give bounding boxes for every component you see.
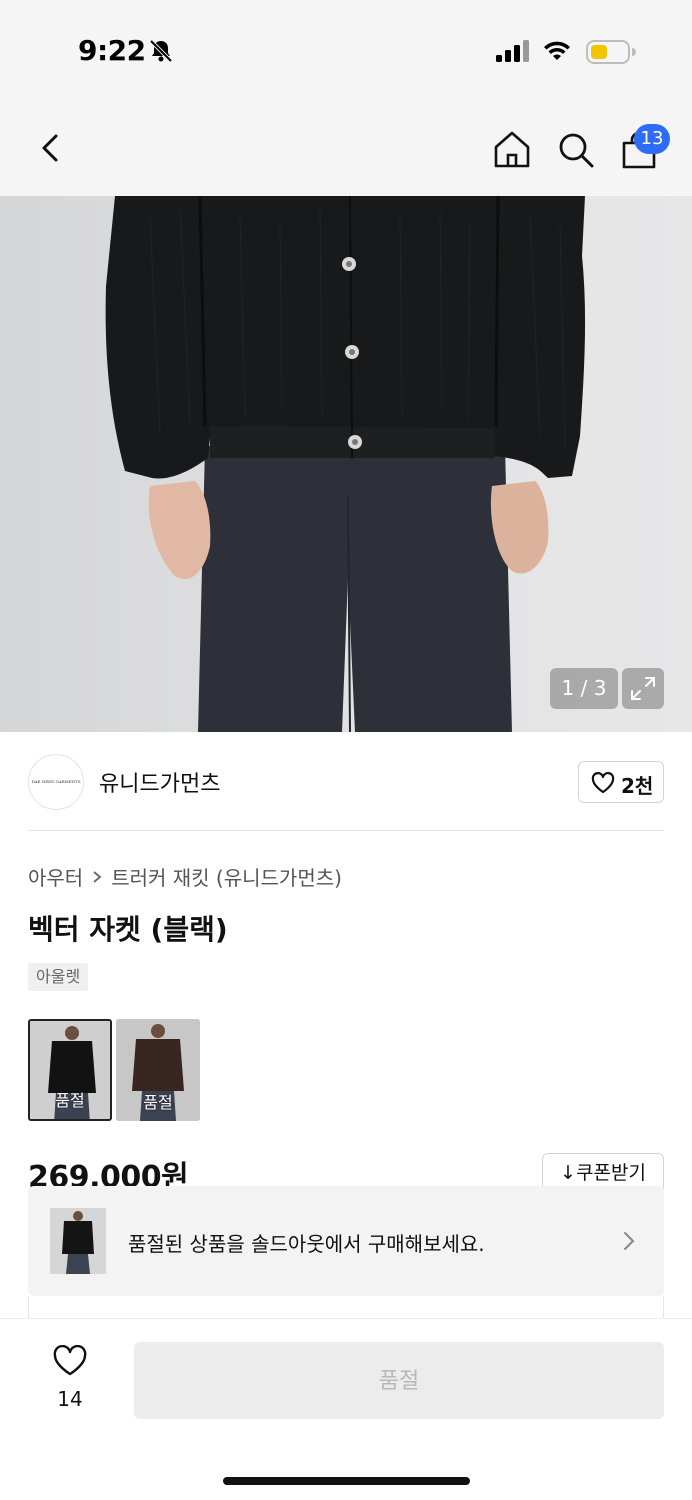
heart-icon: [591, 772, 615, 794]
brand-like-count: 2천: [621, 774, 654, 798]
wishlist-count: 14: [57, 1387, 83, 1411]
product-title: 벡터 자켓 (블랙): [28, 913, 228, 946]
status-bar: 9:22: [0, 0, 692, 98]
expand-icon: [631, 677, 655, 700]
brand-logo[interactable]: DAE NEED GARMENTS: [28, 754, 84, 810]
outlet-tag: 아울렛: [28, 963, 89, 991]
chevron-right-icon: [93, 870, 102, 883]
cart-count-badge: 13: [634, 124, 670, 154]
banner-text: 품절된 상품을 솔드아웃에서 구매해보세요.: [128, 1232, 485, 1256]
breadcrumb-category[interactable]: 아우터: [28, 862, 83, 891]
bottom-action-bar: 14 품절: [0, 1318, 692, 1500]
download-icon: ↓: [560, 1162, 576, 1184]
status-time: 9:22: [78, 34, 146, 67]
heart-icon: [53, 1345, 87, 1376]
color-option-black[interactable]: 품절: [28, 1019, 112, 1121]
coupon-label: 쿠폰받기: [576, 1162, 646, 1184]
home-indicator: [223, 1477, 470, 1485]
gallery-page-indicator: 1 / 3: [550, 668, 618, 709]
product-photo: [0, 196, 692, 732]
next-section-edge: [28, 1296, 664, 1318]
category-breadcrumb: 아우터 트러커 재킷 (유니드가먼츠): [28, 862, 342, 891]
soldout-marketplace-banner[interactable]: 품절된 상품을 솔드아웃에서 구매해보세요.: [28, 1186, 664, 1296]
wishlist-button[interactable]: 14: [40, 1345, 100, 1415]
product-image-gallery[interactable]: [0, 196, 692, 732]
home-icon[interactable]: [490, 128, 534, 172]
bell-muted-icon: [149, 39, 173, 63]
breadcrumb-subcategory[interactable]: 트러커 재킷 (유니드가먼츠): [111, 862, 342, 891]
section-divider: [28, 830, 664, 831]
expand-gallery-button[interactable]: [622, 668, 664, 709]
brand-like-button[interactable]: 2천: [578, 761, 664, 803]
soldout-buy-button[interactable]: 품절: [134, 1342, 664, 1419]
search-icon[interactable]: [554, 128, 598, 172]
brand-name[interactable]: 유니드가먼츠: [99, 766, 220, 798]
back-arrow-icon[interactable]: [30, 128, 70, 168]
chevron-right-icon: [624, 1232, 635, 1250]
soldout-label: 품절: [55, 1091, 85, 1110]
soldout-label: 품절: [143, 1093, 173, 1112]
wifi-icon: [544, 41, 570, 60]
banner-product-thumbnail: [50, 1208, 106, 1274]
cellular-signal-icon: [496, 40, 529, 62]
color-option-brown[interactable]: 품절: [116, 1019, 200, 1121]
brand-logo-text: DAE NEED GARMENTS: [31, 779, 81, 784]
top-nav: [0, 98, 692, 196]
battery-icon: [586, 40, 636, 64]
